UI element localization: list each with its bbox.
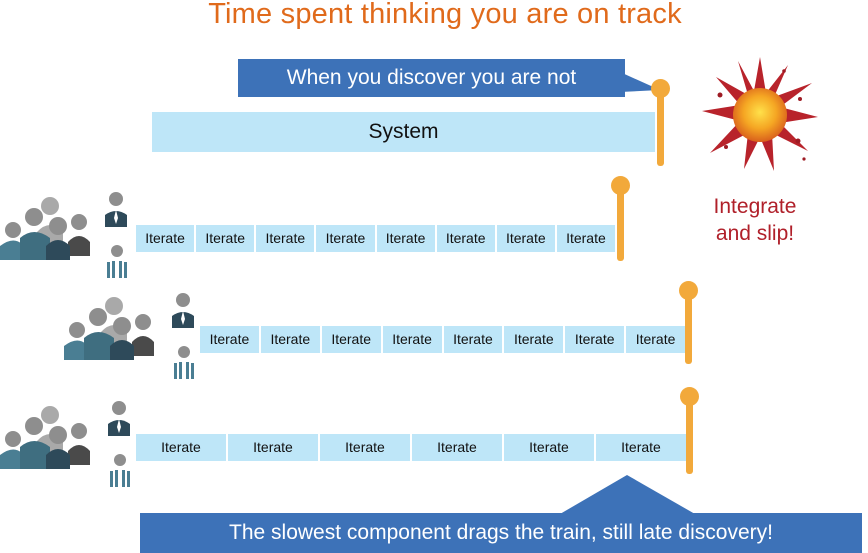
slowest-component-callout: The slowest component drags the train, s…: [140, 513, 862, 553]
bottom-callout-pointer: [560, 475, 695, 514]
